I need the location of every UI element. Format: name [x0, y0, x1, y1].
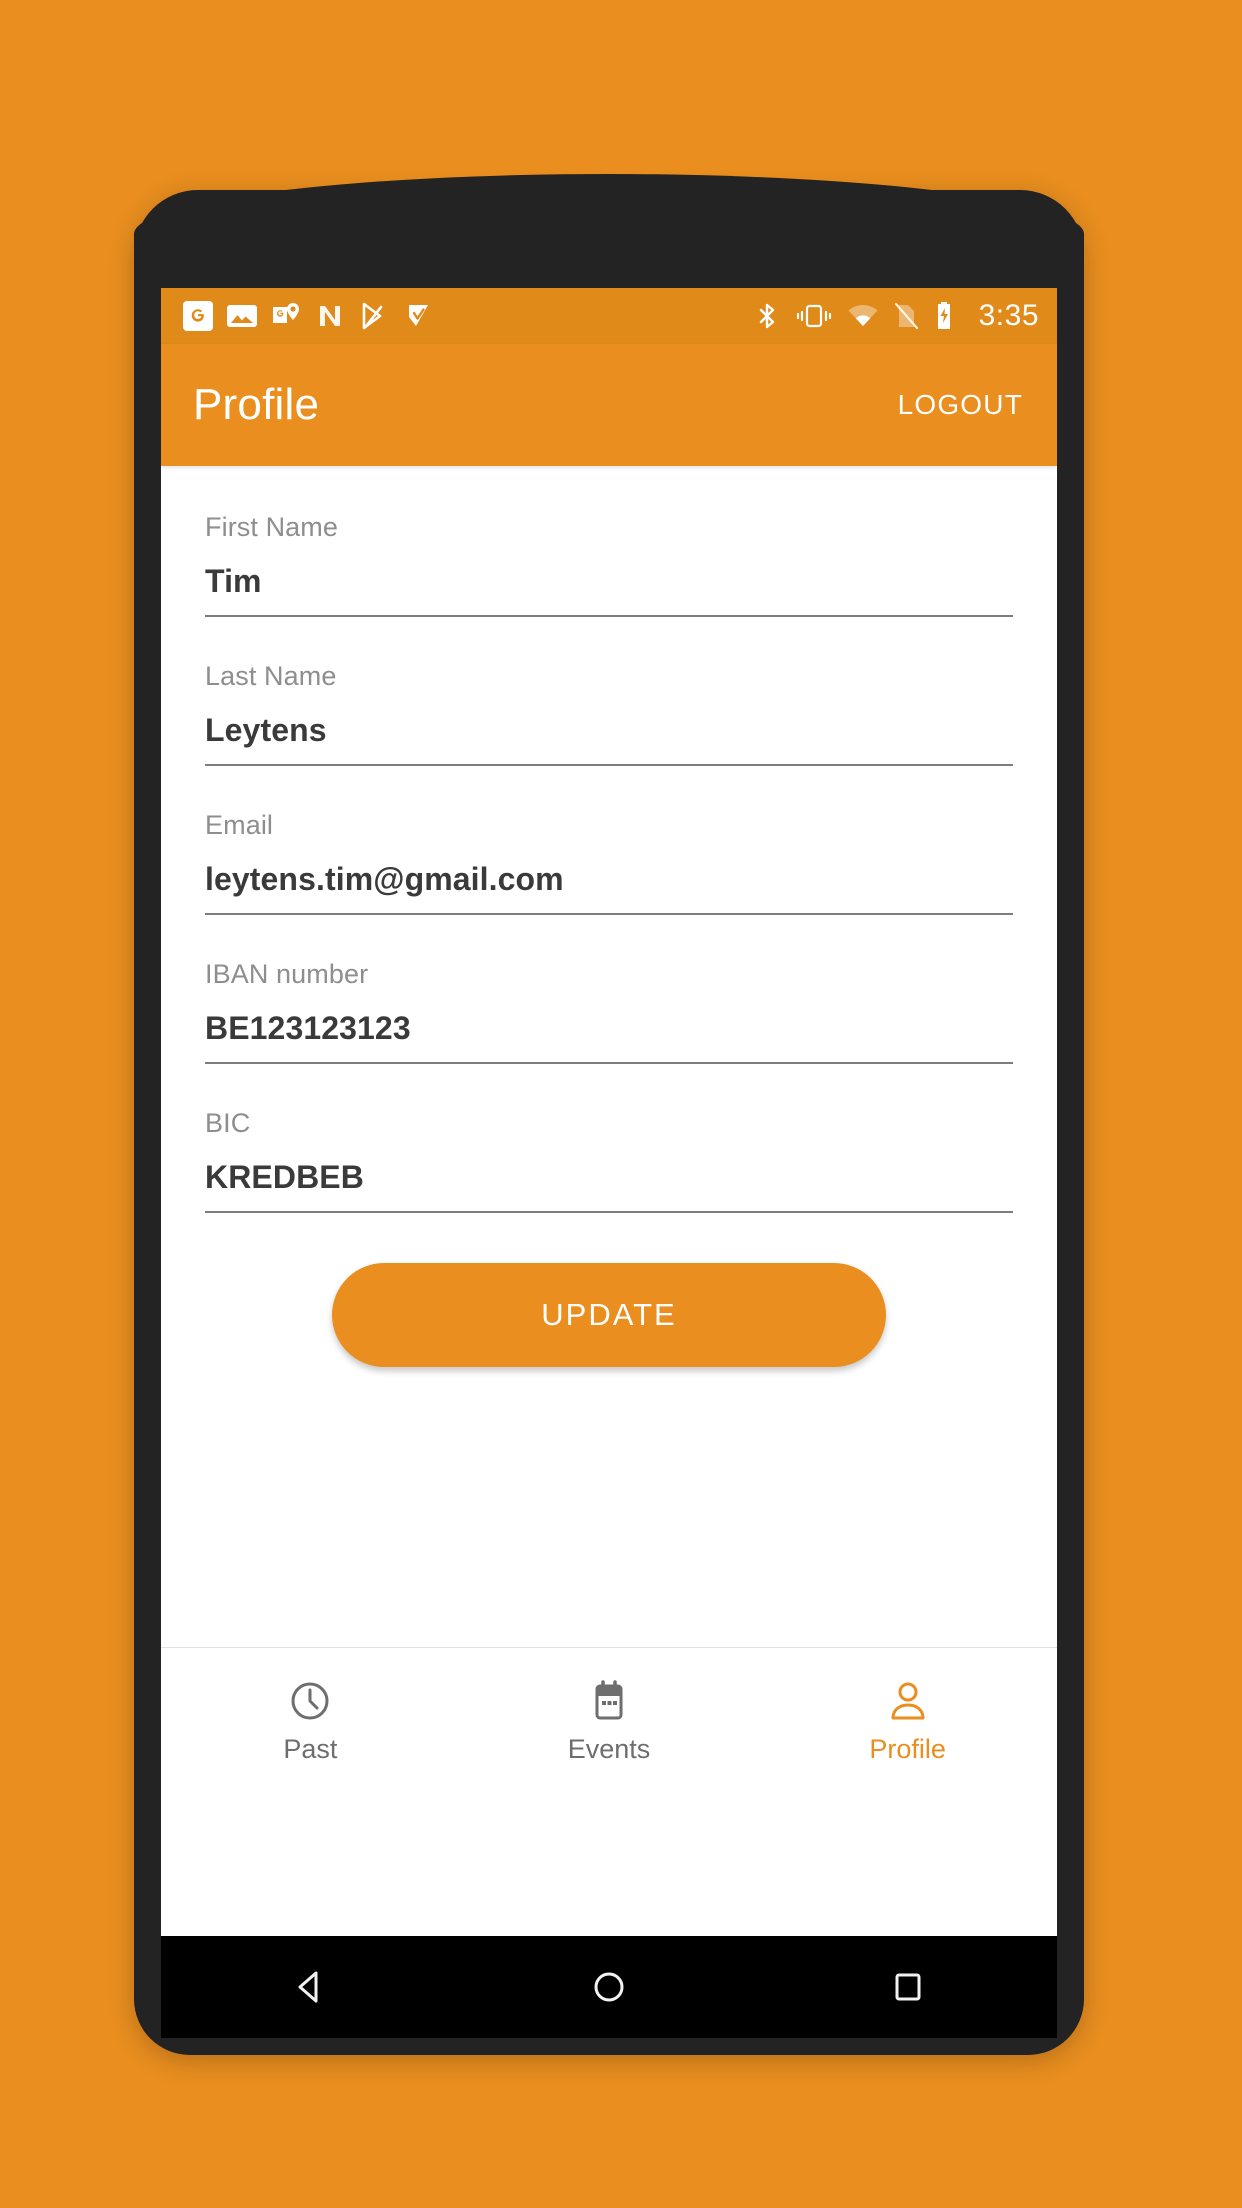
android-navigation-bar [161, 1936, 1057, 2038]
status-bar-system-icons: 3:35 [753, 299, 1039, 333]
nav-label: Past [283, 1733, 338, 1764]
battery-charging-icon [937, 302, 950, 329]
status-bar: 3:35 [161, 288, 1057, 344]
update-button[interactable]: UPDATE [332, 1263, 886, 1367]
status-bar-notification-icons [183, 301, 753, 331]
back-icon [298, 1971, 318, 2003]
field-last-name: Last Name Leytens [205, 661, 1013, 766]
field-label: Email [205, 810, 274, 840]
vibrate-icon [796, 304, 831, 328]
android-n-icon [320, 306, 340, 326]
field-iban: IBAN number BE123123123 [205, 959, 1013, 1064]
calendar-icon [595, 1679, 623, 1719]
profile-form: First Name Tim Last Name Leytens Email l… [161, 466, 1057, 1792]
bottom-navigation-bar: Past Events Profile [161, 1647, 1057, 1792]
google-icon [183, 301, 213, 331]
field-bic: BIC KREDBEB [205, 1108, 1013, 1213]
status-bar-clock: 3:35 [978, 299, 1039, 332]
clock-icon [291, 1682, 329, 1719]
nav-item-past[interactable]: Past [161, 1676, 460, 1765]
phone-device-frame: 3:35 Profile LOGOUT First Name Tim Last … [134, 174, 1084, 2055]
no-sim-icon [894, 302, 918, 330]
field-first-name: First Name Tim [205, 512, 1013, 617]
android-back-button[interactable] [161, 1963, 460, 2011]
nav-item-profile[interactable]: Profile [758, 1676, 1057, 1765]
android-home-button[interactable] [460, 1963, 759, 2011]
bic-input[interactable]: KREDBEB [205, 1159, 1013, 1213]
android-recents-button[interactable] [758, 1963, 1057, 2011]
play-checkmark-icon [409, 305, 428, 326]
photos-icon [227, 305, 257, 327]
wifi-icon [848, 305, 878, 326]
nav-label: Events [567, 1733, 651, 1764]
app-bar: Profile LOGOUT [161, 344, 1057, 466]
iban-input[interactable]: BE123123123 [205, 1010, 1013, 1064]
first-name-input[interactable]: Tim [205, 563, 1013, 617]
nav-item-events[interactable]: Events [460, 1676, 759, 1765]
person-icon [891, 1682, 925, 1719]
field-label: BIC [205, 1108, 251, 1138]
google-maps-icon [273, 303, 299, 323]
phone-screen: 3:35 Profile LOGOUT First Name Tim Last … [161, 288, 1057, 1936]
field-label: Last Name [205, 661, 337, 691]
logout-button[interactable]: LOGOUT [890, 379, 1031, 431]
field-email: Email leytens.tim@gmail.com [205, 810, 1013, 915]
bluetooth-icon [759, 303, 774, 329]
page-title: Profile [193, 380, 320, 429]
field-label: IBAN number [205, 959, 369, 989]
play-store-icon [362, 302, 383, 330]
home-icon [594, 1972, 624, 2002]
email-input[interactable]: leytens.tim@gmail.com [205, 861, 1013, 915]
last-name-input[interactable]: Leytens [205, 712, 1013, 766]
recents-icon [895, 1973, 921, 2001]
field-label: First Name [205, 512, 339, 542]
nav-label: Profile [869, 1733, 946, 1764]
